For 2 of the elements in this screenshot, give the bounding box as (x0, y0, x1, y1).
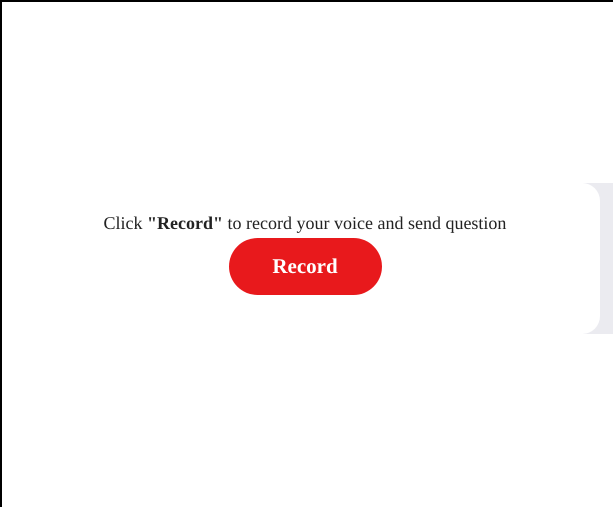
instruction-text: Click "Record" to record your voice and send question (104, 212, 506, 234)
record-button[interactable]: Record (228, 238, 382, 295)
